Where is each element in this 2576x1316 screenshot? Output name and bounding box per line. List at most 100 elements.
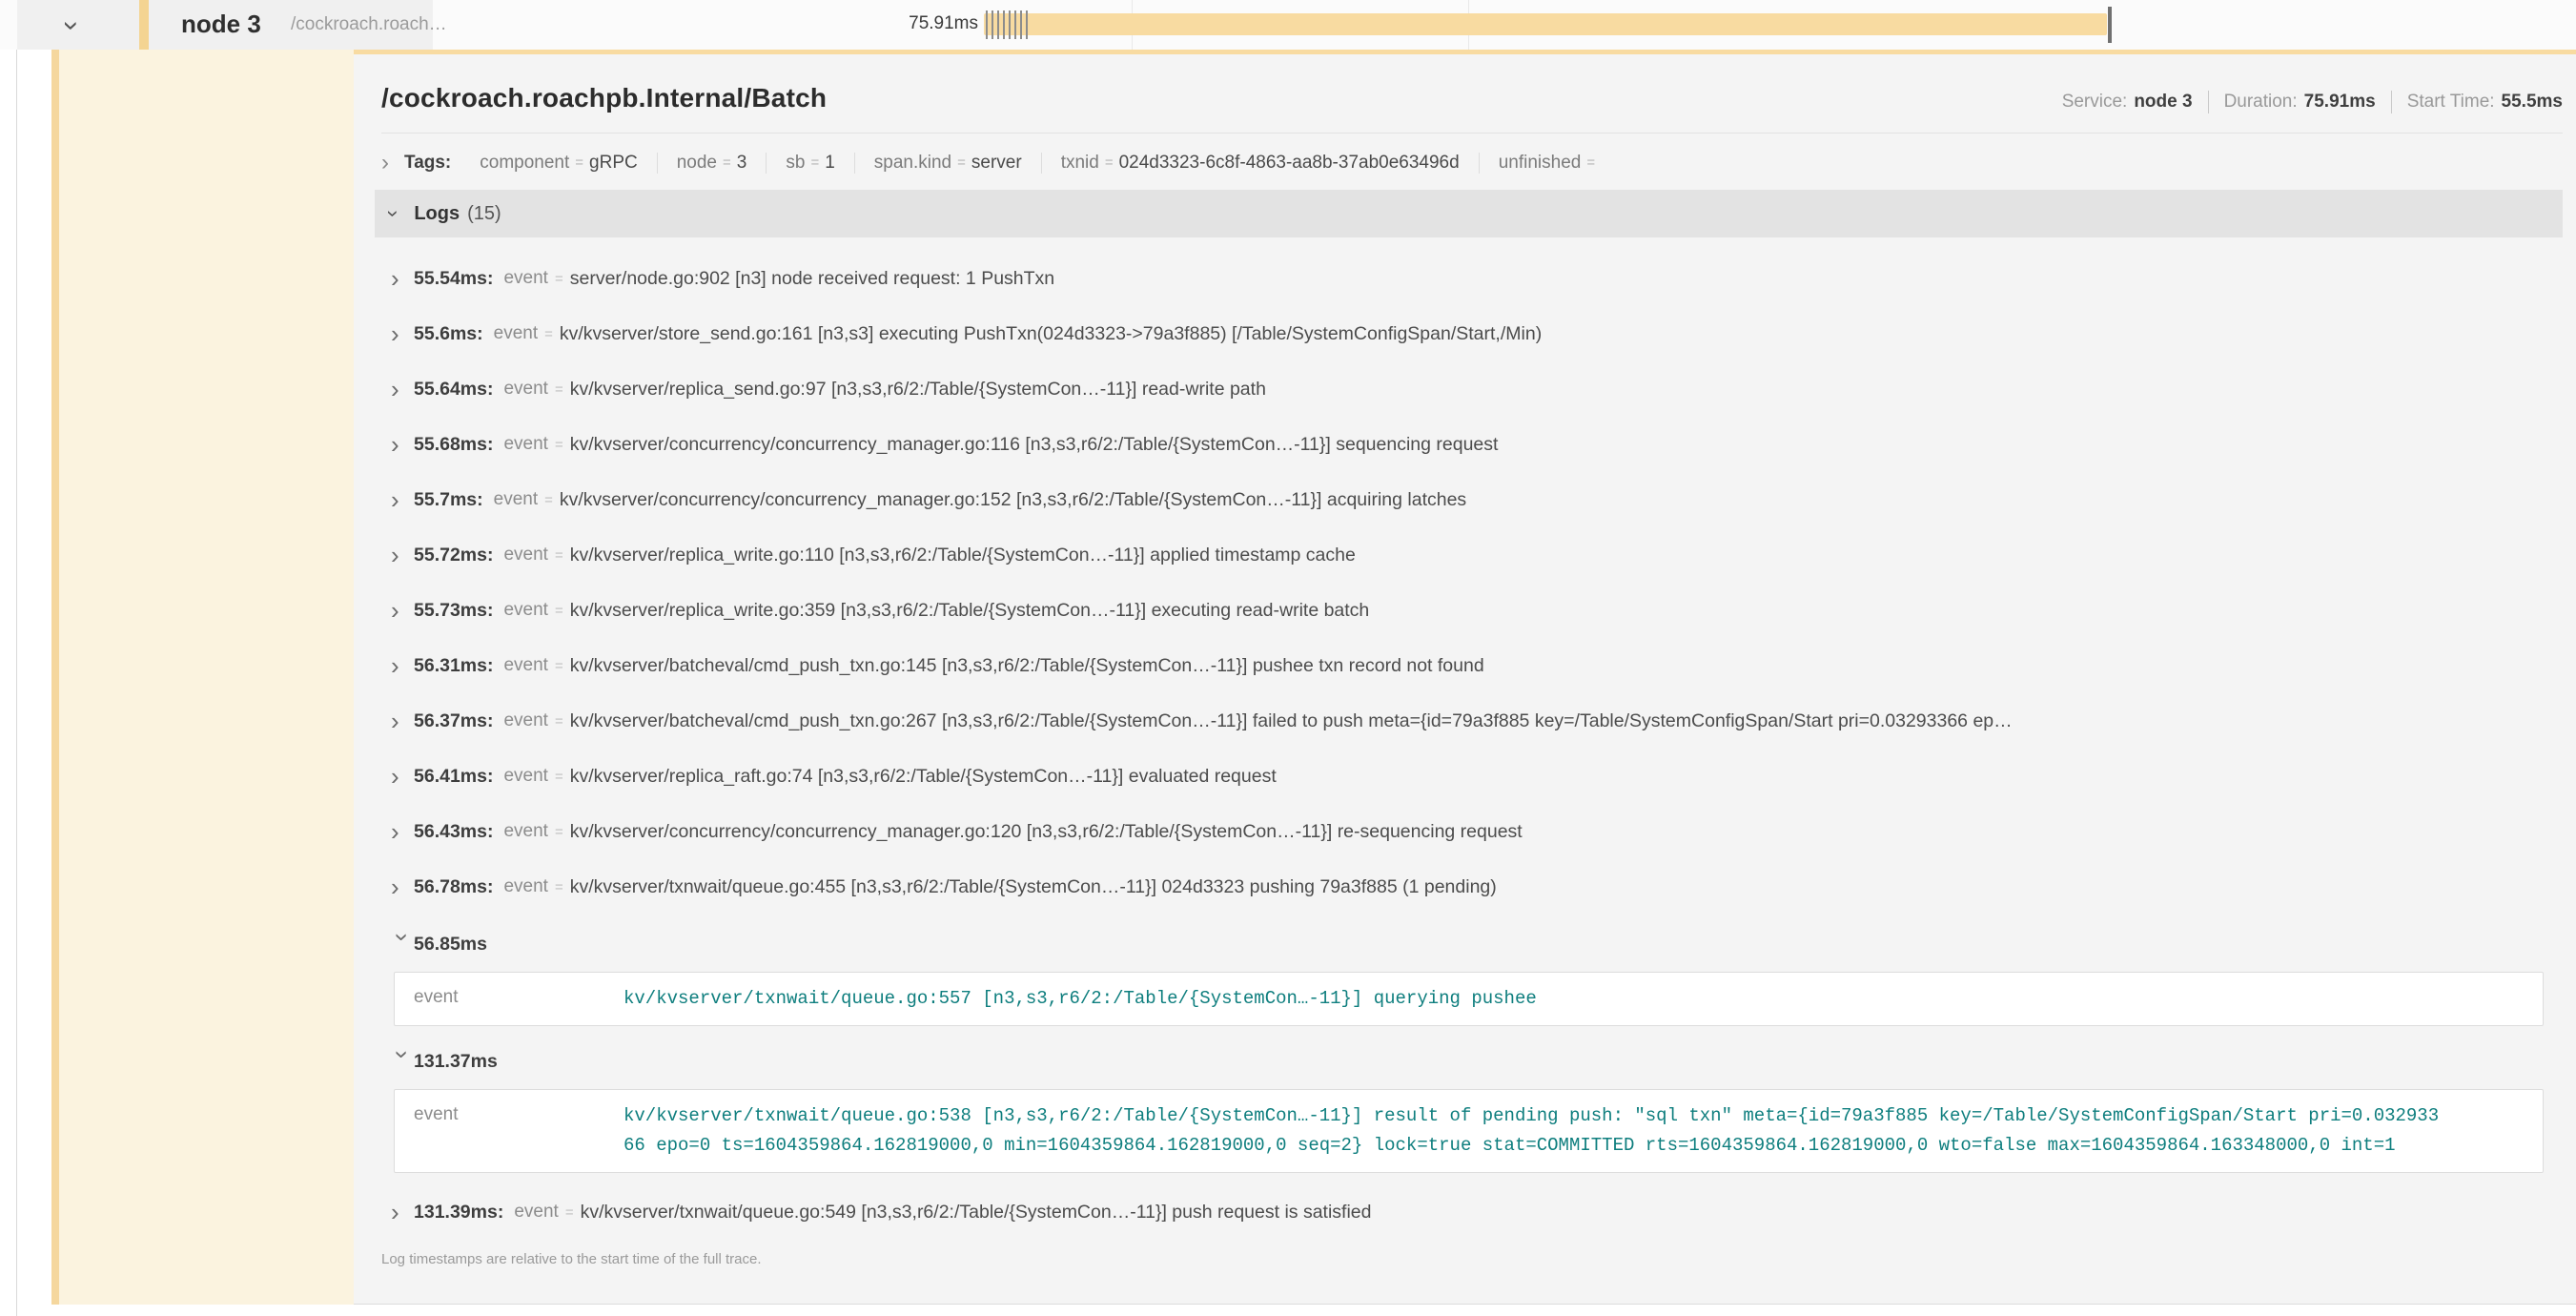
log-row-expanded-header[interactable]: ›56.85ms <box>391 920 2563 968</box>
span-timeline[interactable]: 75.91ms <box>433 0 2576 50</box>
equals-sign: = <box>555 713 563 730</box>
log-row[interactable]: ›55.7ms:event=kv/kvserver/concurrency/co… <box>391 472 2563 527</box>
expand-chevron-icon[interactable]: › <box>391 430 414 460</box>
tag-item[interactable]: node=3 <box>657 153 767 174</box>
span-end-marker <box>2108 7 2112 43</box>
log-field-name: event <box>503 876 547 897</box>
tag-item[interactable]: component = gRPC <box>460 153 656 174</box>
expand-chevron-icon[interactable]: › <box>391 375 414 404</box>
expand-chevron-icon[interactable]: › <box>391 873 414 902</box>
collapse-chevron-icon[interactable]: › <box>391 1050 418 1073</box>
span-duration-bar[interactable] <box>984 13 2107 35</box>
log-row-expanded-header[interactable]: ›131.37ms <box>391 1038 2563 1085</box>
log-message: server/node.go:902 [n3] node received re… <box>570 268 2563 290</box>
log-row[interactable]: ›55.68ms:event=kv/kvserver/concurrency/c… <box>391 417 2563 472</box>
expand-chevron-icon[interactable]: › <box>391 651 414 681</box>
equals-sign: = <box>555 271 563 287</box>
log-timestamp: 55.7ms: <box>414 489 483 511</box>
tag-value: 1 <box>825 153 835 173</box>
log-row[interactable]: ›56.37ms:event=kv/kvserver/batcheval/cmd… <box>391 693 2563 749</box>
expand-chevron-icon[interactable]: › <box>391 817 414 847</box>
expand-chevron-icon[interactable]: › <box>391 319 414 349</box>
equals-sign: = <box>957 154 966 171</box>
tag-key: txnid <box>1061 153 1099 173</box>
log-message: kv/kvserver/concurrency/concurrency_mana… <box>570 434 2563 456</box>
expand-chevron-icon[interactable]: › <box>391 264 414 294</box>
span-name-cell[interactable]: › node 3 /cockroach.roach… <box>17 0 433 50</box>
equals-sign: = <box>565 1204 574 1221</box>
tag-item[interactable]: txnid = 024d3323-6c8f-4863-aa8b-37ab0e6349… <box>1041 153 1479 174</box>
log-row[interactable]: ›56.78ms:event=kv/kvserver/txnwait/queue… <box>391 859 2563 915</box>
collapse-chevron-icon[interactable]: › <box>55 21 88 31</box>
tag-value: 024d3323-6c8f-4863-aa8b-37ab0e63496d <box>1119 153 1460 173</box>
tag-key: node <box>677 153 717 173</box>
log-list: ›55.54ms:event=server/node.go:902 [n3] n… <box>375 237 2563 1240</box>
span-title: /cockroach.roachpb.Internal/Batch <box>381 83 827 113</box>
span-service-name: node 3 <box>181 10 261 39</box>
tag-value: 3 <box>737 153 747 173</box>
log-message: kv/kvserver/concurrency/concurrency_mana… <box>570 821 2563 843</box>
log-timestamp: 56.85ms <box>414 934 487 956</box>
collapse-chevron-icon[interactable]: › <box>391 933 418 956</box>
log-message: kv/kvserver/txnwait/queue.go:549 [n3,s3,… <box>581 1202 2563 1223</box>
tag-key: component <box>480 153 569 173</box>
log-field-value: kv/kvserver/txnwait/queue.go:538 [n3,s3,… <box>624 1101 2449 1161</box>
tag-value: gRPC <box>589 153 638 173</box>
log-row[interactable]: ›56.41ms:event=kv/kvserver/replica_raft.… <box>391 749 2563 804</box>
log-timestamp: 55.68ms: <box>414 434 493 456</box>
detail-indent-column <box>59 50 354 1305</box>
equals-sign: = <box>555 824 563 840</box>
log-tick-marks-icon <box>986 10 1028 39</box>
equals-sign: = <box>544 492 553 508</box>
equals-sign: = <box>555 658 563 674</box>
log-row[interactable]: ›55.54ms:event=server/node.go:902 [n3] n… <box>391 251 2563 306</box>
tag-key: sb <box>786 153 805 173</box>
expand-chevron-icon[interactable]: › <box>391 707 414 736</box>
span-row[interactable]: › node 3 /cockroach.roach… 75.91ms <box>0 0 2576 50</box>
expand-chevron-icon[interactable]: › <box>391 541 414 570</box>
log-timestamp: 55.72ms: <box>414 545 493 566</box>
start-time-label: Start Time: <box>2407 92 2495 113</box>
start-time-value: 55.5ms <box>2502 92 2563 113</box>
span-operation-name: /cockroach.roach… <box>291 14 447 35</box>
equals-sign: = <box>1105 154 1114 171</box>
expand-chevron-icon[interactable]: › <box>391 1198 414 1227</box>
logs-footer-note: Log timestamps are relative to the start… <box>375 1240 2563 1267</box>
expand-chevron-icon[interactable]: › <box>391 762 414 792</box>
log-timestamp: 55.6ms: <box>414 323 483 345</box>
log-message: kv/kvserver/batcheval/cmd_push_txn.go:14… <box>570 655 2563 677</box>
expand-chevron-icon[interactable]: › <box>381 150 389 176</box>
log-message: kv/kvserver/batcheval/cmd_push_txn.go:26… <box>570 710 2563 732</box>
log-field-name: event <box>514 1202 558 1223</box>
detail-color-bar <box>51 50 59 1305</box>
expand-chevron-icon[interactable]: › <box>391 485 414 515</box>
logs-header[interactable]: › Logs (15) <box>375 190 2563 237</box>
tag-item[interactable]: span.kind=server <box>854 153 1041 174</box>
expand-chevron-icon[interactable]: › <box>391 596 414 626</box>
meta-separator <box>2208 91 2209 113</box>
log-row[interactable]: ›56.43ms:event=kv/kvserver/concurrency/c… <box>391 804 2563 859</box>
log-message: kv/kvserver/txnwait/queue.go:455 [n3,s3,… <box>570 876 2563 898</box>
log-timestamp: 131.37ms <box>414 1051 498 1073</box>
log-row[interactable]: ›55.73ms:event=kv/kvserver/replica_write… <box>391 583 2563 638</box>
equals-sign: = <box>575 154 583 171</box>
equals-sign: = <box>555 437 563 453</box>
equals-sign: = <box>555 547 563 564</box>
log-message: kv/kvserver/replica_send.go:97 [n3,s3,r6… <box>570 379 2563 401</box>
tags-row[interactable]: › Tags: component=gRPCnode=3sb=1span.kin… <box>375 134 2563 190</box>
logs-count: (15) <box>467 203 501 225</box>
column-divider <box>16 0 17 1316</box>
tag-item[interactable]: unfinished= <box>1479 153 1620 174</box>
log-row[interactable]: ›56.31ms:event=kv/kvserver/batcheval/cmd… <box>391 638 2563 693</box>
log-field-name: event <box>503 766 547 787</box>
equals-sign: = <box>810 154 819 171</box>
log-row[interactable]: ›55.6ms:event=kv/kvserver/store_send.go:… <box>391 306 2563 361</box>
log-timestamp: 131.39ms: <box>414 1202 503 1223</box>
tag-item[interactable]: sb = 1 <box>766 153 853 174</box>
collapse-chevron-icon[interactable]: › <box>381 210 406 216</box>
log-row[interactable]: ›55.72ms:event=kv/kvserver/replica_write… <box>391 527 2563 583</box>
span-meta: Service: node 3 Duration: 75.91ms Start … <box>2062 91 2563 113</box>
log-row[interactable]: ›131.39ms: event = kv/kvserver/txnwait/queu… <box>391 1184 2563 1240</box>
log-field-name: event <box>494 489 538 510</box>
log-row[interactable]: ›55.64ms:event=kv/kvserver/replica_send.… <box>391 361 2563 417</box>
